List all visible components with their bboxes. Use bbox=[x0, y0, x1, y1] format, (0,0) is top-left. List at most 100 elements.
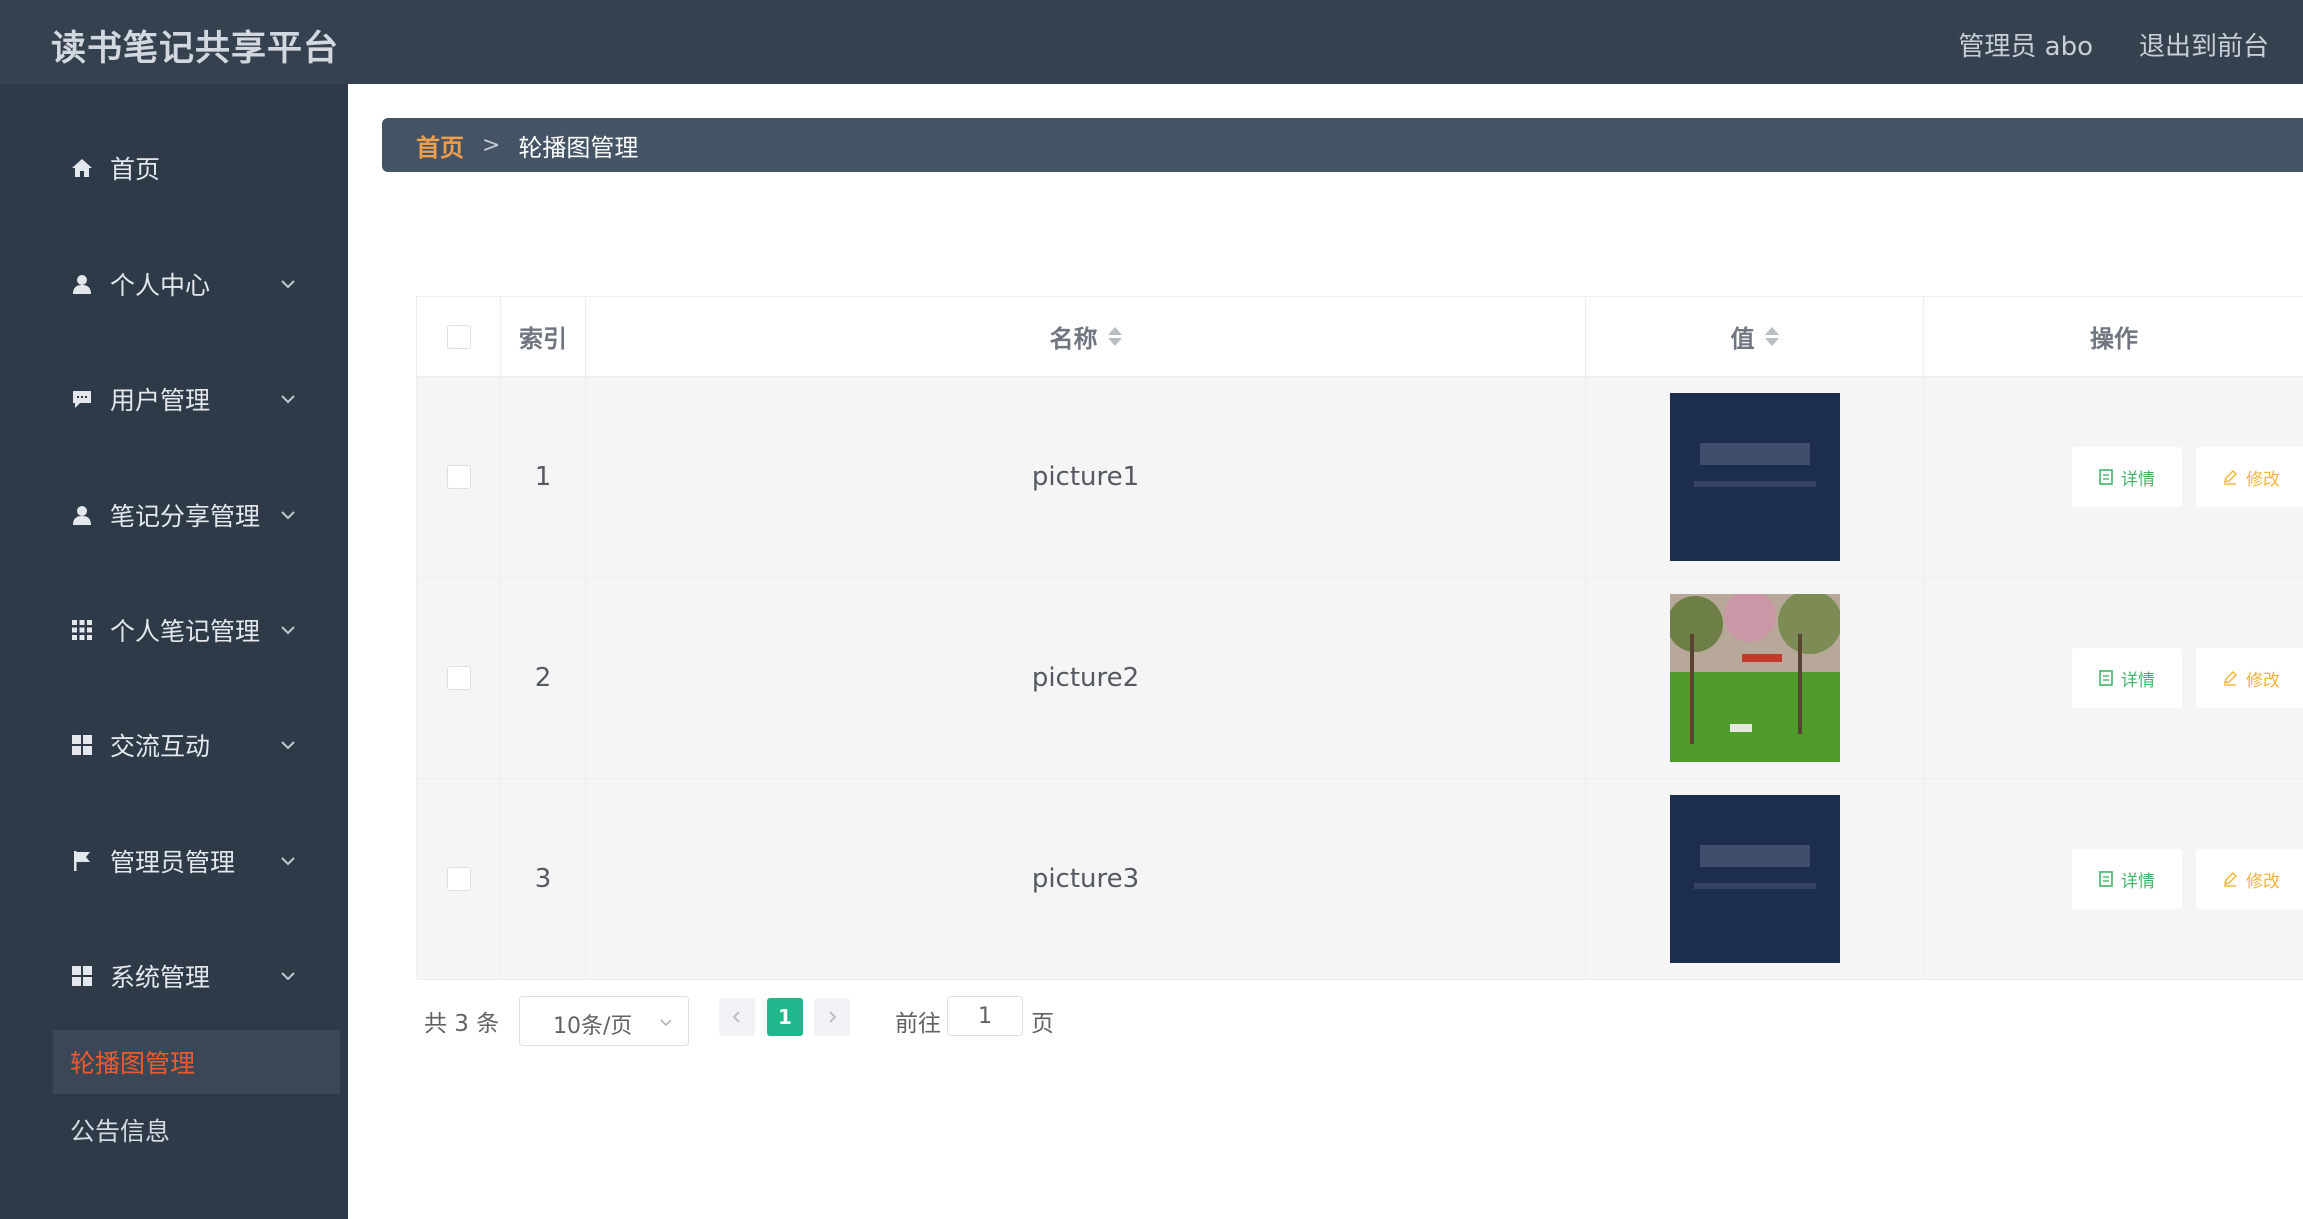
detail-button[interactable]: 详情 bbox=[2072, 447, 2182, 507]
breadcrumb-current: 轮播图管理 bbox=[518, 133, 639, 162]
row-checkbox[interactable] bbox=[446, 867, 471, 891]
sidebar-item-personal-notes[interactable]: 个人笔记管理 bbox=[0, 600, 348, 660]
pencil-icon bbox=[2223, 871, 2238, 887]
row-actions-cell: 详情 修改 bbox=[1924, 377, 2303, 577]
breadcrumb-home-link[interactable]: 首页 bbox=[416, 128, 464, 163]
sidebar-subitem-label: 轮播图管理 bbox=[70, 1049, 196, 1078]
column-header-index: 索引 bbox=[519, 325, 567, 353]
sidebar-item-label: 交流互动 bbox=[110, 732, 211, 761]
chevron-right-icon bbox=[829, 1011, 837, 1023]
document-icon bbox=[2099, 871, 2113, 887]
detail-button-label: 详情 bbox=[2121, 670, 2155, 691]
row-image-cell bbox=[1586, 377, 1924, 577]
row-index-cell: 1 bbox=[501, 377, 586, 577]
row-name: picture3 bbox=[1031, 864, 1140, 894]
next-page-button[interactable] bbox=[814, 998, 850, 1036]
row-name-cell: picture2 bbox=[586, 578, 1586, 778]
document-icon bbox=[2099, 469, 2113, 485]
goto-suffix: 页 bbox=[1031, 1011, 1054, 1037]
sidebar-item-admin-management[interactable]: 管理员管理 bbox=[0, 831, 348, 891]
table-row: 3 picture3 详情 修改 bbox=[417, 779, 2303, 980]
column-header-name: 名称 bbox=[1049, 325, 1098, 353]
row-image-cell bbox=[1586, 578, 1924, 778]
row-select-cell bbox=[417, 779, 501, 979]
sidebar-item-label: 笔记分享管理 bbox=[110, 502, 261, 531]
detail-button-label: 详情 bbox=[2121, 469, 2155, 490]
page-number-button[interactable]: 1 bbox=[767, 998, 803, 1036]
prev-page-button[interactable] bbox=[719, 998, 755, 1036]
row-checkbox[interactable] bbox=[446, 666, 471, 690]
row-image-cell bbox=[1586, 779, 1924, 979]
edit-button-label: 修改 bbox=[2246, 670, 2280, 691]
row-name-cell: picture3 bbox=[586, 779, 1586, 979]
edit-button[interactable]: 修改 bbox=[2196, 849, 2303, 909]
column-header-value: 值 bbox=[1730, 325, 1755, 353]
sidebar-item-label: 个人笔记管理 bbox=[110, 617, 261, 646]
garden-thumbnail[interactable] bbox=[1669, 594, 1840, 762]
sidebar-item-label: 个人中心 bbox=[110, 271, 211, 300]
row-name: picture1 bbox=[1031, 462, 1140, 492]
goto-page-input[interactable] bbox=[947, 996, 1023, 1036]
sidebar-item-interaction[interactable]: 交流互动 bbox=[0, 715, 348, 775]
chevron-left-icon bbox=[732, 1011, 740, 1023]
row-select-cell bbox=[417, 377, 501, 577]
sidebar-item-label: 首页 bbox=[110, 155, 161, 184]
sort-icon[interactable] bbox=[1764, 327, 1779, 346]
header-index-cell: 索引 bbox=[501, 297, 586, 376]
sidebar-item-user-management[interactable]: 用户管理 bbox=[0, 369, 348, 429]
banner-thumbnail[interactable] bbox=[1669, 795, 1840, 963]
pencil-icon bbox=[2223, 670, 2238, 686]
header-value-cell[interactable]: 值 bbox=[1586, 297, 1924, 376]
edit-button-label: 修改 bbox=[2246, 469, 2280, 490]
user-icon bbox=[70, 503, 94, 527]
row-name: picture2 bbox=[1031, 663, 1140, 693]
sidebar-item-label: 管理员管理 bbox=[110, 848, 236, 877]
logout-link[interactable]: 退出到前台 bbox=[2139, 26, 2269, 63]
chevron-down-icon bbox=[281, 741, 295, 750]
grid4-icon bbox=[70, 733, 94, 757]
edit-button[interactable]: 修改 bbox=[2196, 447, 2303, 507]
row-index: 3 bbox=[534, 864, 552, 894]
breadcrumb-separator: > bbox=[482, 132, 501, 158]
detail-button[interactable]: 详情 bbox=[2072, 849, 2182, 909]
edit-button[interactable]: 修改 bbox=[2196, 648, 2303, 708]
table-row: 1 picture1 详情 修改 bbox=[417, 377, 2303, 578]
row-checkbox[interactable] bbox=[446, 465, 471, 489]
sidebar-subitem-announcement[interactable]: 公告信息 bbox=[53, 1100, 340, 1160]
sidebar-item-home[interactable]: 首页 bbox=[0, 138, 348, 198]
flag-icon bbox=[70, 849, 94, 873]
chevron-down-icon bbox=[281, 626, 295, 635]
goto-label: 前往 bbox=[895, 1011, 941, 1037]
carousel-table: 索引 名称 值 操作 1 picture1 详情 修改 2 picture2 详… bbox=[416, 296, 2303, 980]
detail-button[interactable]: 详情 bbox=[2072, 648, 2182, 708]
row-actions-cell: 详情 修改 bbox=[1924, 578, 2303, 778]
chevron-down-icon bbox=[281, 511, 295, 520]
banner-thumbnail[interactable] bbox=[1669, 393, 1840, 561]
chevron-down-icon bbox=[281, 280, 295, 289]
sidebar-item-note-sharing[interactable]: 笔记分享管理 bbox=[0, 485, 348, 545]
home-icon bbox=[70, 156, 94, 180]
edit-button-label: 修改 bbox=[2246, 871, 2280, 892]
page-size-value: 10条/页 bbox=[553, 1014, 633, 1039]
row-name-cell: picture1 bbox=[586, 377, 1586, 577]
sidebar-item-personal-center[interactable]: 个人中心 bbox=[0, 254, 348, 314]
row-select-cell bbox=[417, 578, 501, 778]
select-all-checkbox[interactable] bbox=[446, 324, 471, 349]
total-count: 共 3 条 bbox=[424, 1011, 500, 1037]
page-size-select[interactable]: 10条/页 bbox=[519, 996, 689, 1046]
table-row: 2 picture2 详情 修改 bbox=[417, 578, 2303, 779]
sort-icon[interactable] bbox=[1107, 327, 1122, 346]
grid4-icon bbox=[70, 964, 94, 988]
pagination: 共 3 条 10条/页 1 前往 页 bbox=[0, 996, 2303, 1046]
breadcrumb: 首页 > 轮播图管理 bbox=[382, 118, 2303, 172]
row-index-cell: 3 bbox=[501, 779, 586, 979]
sidebar-item-label: 系统管理 bbox=[110, 963, 211, 992]
column-header-actions: 操作 bbox=[2090, 325, 2138, 353]
detail-button-label: 详情 bbox=[2121, 871, 2155, 892]
row-index: 2 bbox=[534, 663, 552, 693]
header-name-cell[interactable]: 名称 bbox=[586, 297, 1586, 376]
chat-icon bbox=[70, 387, 94, 411]
row-index: 1 bbox=[534, 462, 552, 492]
sidebar-subitem-label: 公告信息 bbox=[70, 1117, 171, 1146]
user-icon bbox=[70, 272, 94, 296]
